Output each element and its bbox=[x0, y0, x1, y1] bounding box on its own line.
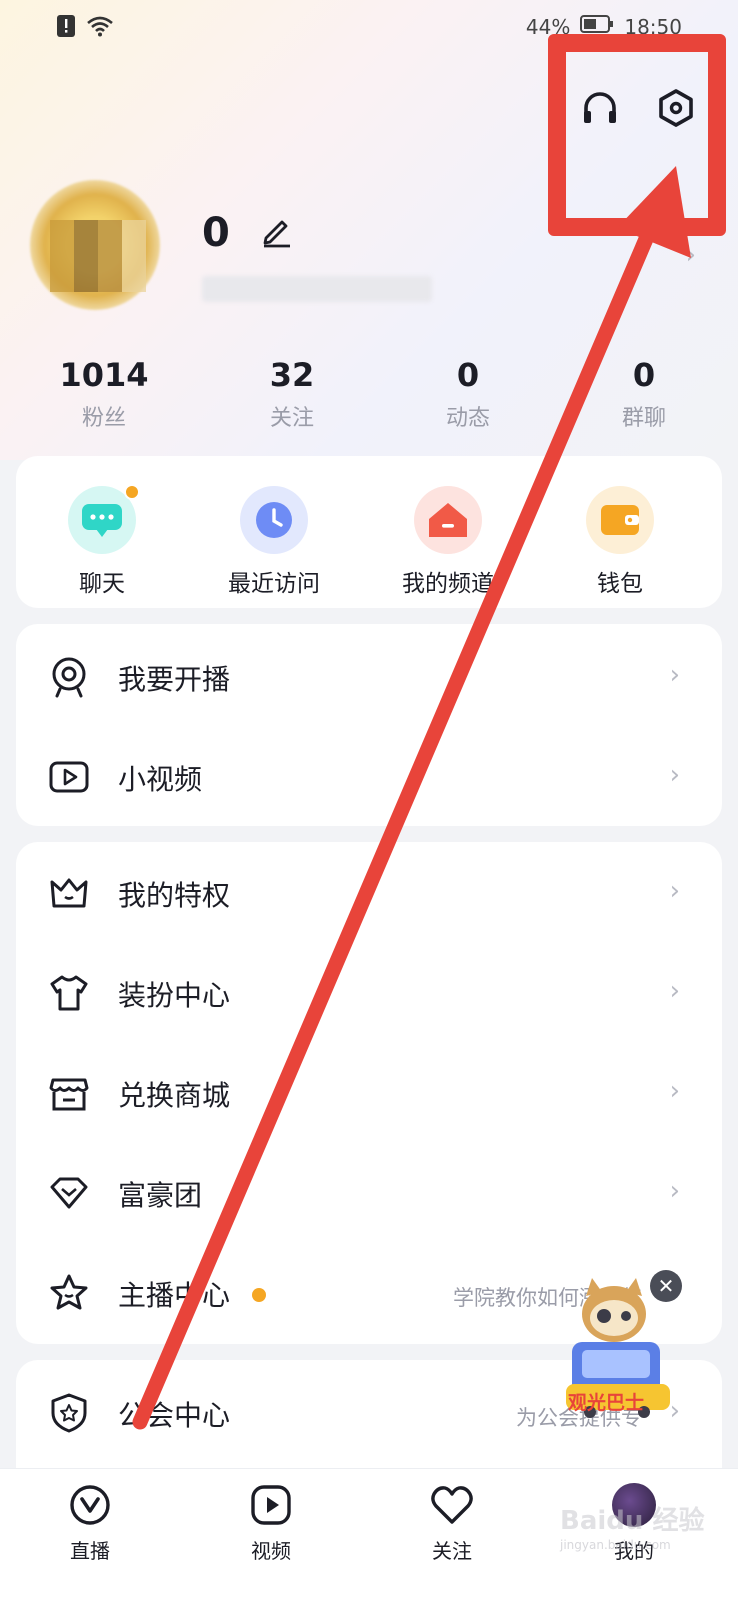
username: 0 bbox=[202, 210, 230, 256]
menu-item-label: 装扮中心 bbox=[118, 979, 231, 1012]
chevron-right-icon: › bbox=[669, 1176, 680, 1206]
tab-label: 我的 bbox=[614, 1539, 654, 1563]
stat-value: 0 bbox=[456, 356, 480, 394]
stat-label: 关注 bbox=[269, 406, 314, 431]
play-icon bbox=[249, 1483, 293, 1527]
quick-action-recent[interactable]: 最近访问 bbox=[194, 486, 354, 598]
menu-item-label: 兑换商城 bbox=[118, 1079, 231, 1112]
live-icon bbox=[68, 1483, 112, 1527]
tab-label: 关注 bbox=[432, 1539, 472, 1563]
tab-follow[interactable]: 关注 bbox=[392, 1483, 512, 1564]
headset-icon[interactable] bbox=[576, 84, 624, 132]
menu-item-exchange-store[interactable]: 兑换商城 › bbox=[16, 1042, 722, 1142]
menu-item-dress-up[interactable]: 装扮中心 › bbox=[16, 942, 722, 1042]
notification-dot bbox=[252, 1288, 266, 1302]
menu-item-label: 我的特权 bbox=[118, 879, 231, 912]
alert-icon bbox=[56, 14, 76, 42]
quick-action-channel[interactable]: 我的频道 bbox=[368, 486, 528, 598]
notification-dot bbox=[124, 484, 140, 500]
camera-icon bbox=[48, 656, 90, 698]
stat-posts[interactable]: 0 动态 bbox=[398, 356, 538, 432]
menu-item-label: 主播中心 bbox=[118, 1279, 231, 1312]
stat-label: 群聊 bbox=[621, 406, 666, 431]
quick-action-label: 我的频道 bbox=[402, 571, 494, 597]
stat-groups[interactable]: 0 群聊 bbox=[574, 356, 714, 432]
menu-item-rich-club[interactable]: 富豪团 › bbox=[16, 1142, 722, 1242]
video-icon bbox=[48, 756, 90, 798]
menu-item-short-video[interactable]: 小视频 › bbox=[16, 726, 722, 826]
chat-icon bbox=[68, 484, 140, 554]
close-icon[interactable]: ✕ bbox=[650, 1270, 682, 1302]
menu-item-privileges[interactable]: 我的特权 › bbox=[16, 842, 722, 942]
stat-fans[interactable]: 1014 粉丝 bbox=[34, 356, 174, 432]
chevron-right-icon: › bbox=[669, 1076, 680, 1106]
diamond-icon bbox=[48, 1172, 90, 1214]
profile-header[interactable]: 0 › bbox=[30, 180, 710, 320]
chevron-right-icon: › bbox=[669, 876, 680, 906]
quick-action-label: 钱包 bbox=[597, 571, 643, 597]
stat-value: 0 bbox=[632, 356, 656, 394]
chevron-right-icon: › bbox=[669, 660, 680, 690]
menu-item-label: 富豪团 bbox=[118, 1179, 203, 1212]
menu-item-start-live[interactable]: 我要开播 › bbox=[16, 626, 722, 726]
quick-action-wallet[interactable]: 钱包 bbox=[540, 486, 700, 598]
menu-card-features: 我的特权 › 装扮中心 › 兑换商城 › 富豪团 › 主播中心 学院教你如何涨人… bbox=[16, 842, 722, 1344]
header-actions bbox=[560, 70, 720, 150]
settings-icon[interactable] bbox=[652, 84, 700, 132]
tab-me[interactable]: 我的 bbox=[574, 1483, 694, 1564]
edit-icon[interactable] bbox=[260, 214, 294, 248]
battery-icon bbox=[580, 14, 614, 39]
menu-item-label: 我要开播 bbox=[118, 663, 231, 696]
stat-label: 粉丝 bbox=[81, 406, 126, 431]
stat-value: 32 bbox=[269, 356, 315, 394]
status-bar: 44% 18:50 bbox=[0, 0, 738, 56]
menu-item-label: 公会中心 bbox=[118, 1399, 231, 1432]
heart-icon bbox=[430, 1483, 474, 1527]
tab-label: 直播 bbox=[70, 1539, 110, 1563]
avatar-image bbox=[50, 220, 146, 292]
menu-card-broadcast: 我要开播 › 小视频 › bbox=[16, 624, 722, 826]
quick-action-label: 聊天 bbox=[79, 571, 125, 597]
guild-icon bbox=[48, 1392, 90, 1434]
stats-row: 1014 粉丝 32 关注 0 动态 0 群聊 bbox=[0, 356, 738, 446]
avatar-icon bbox=[612, 1483, 656, 1527]
chevron-right-icon: › bbox=[685, 240, 696, 270]
tab-label: 视频 bbox=[251, 1539, 291, 1563]
mascot-label: 观光巴士 bbox=[568, 1392, 645, 1414]
tab-live[interactable]: 直播 bbox=[30, 1483, 150, 1564]
stat-value: 1014 bbox=[59, 356, 149, 394]
crown-icon bbox=[48, 872, 90, 914]
user-id-redacted bbox=[202, 276, 432, 302]
clock-time: 18:50 bbox=[624, 14, 682, 39]
quick-action-chat[interactable]: 聊天 bbox=[22, 484, 182, 598]
menu-item-label: 小视频 bbox=[118, 763, 203, 796]
store-icon bbox=[48, 1072, 90, 1114]
star-icon bbox=[48, 1272, 90, 1314]
tshirt-icon bbox=[48, 972, 90, 1014]
battery-percent: 44% bbox=[525, 14, 571, 39]
wifi-icon bbox=[86, 15, 114, 41]
wallet-icon bbox=[586, 486, 654, 554]
quick-action-label: 最近访问 bbox=[228, 571, 320, 597]
stat-following[interactable]: 32 关注 bbox=[222, 356, 362, 432]
bottom-tab-bar: 直播 视频 关注 我的 bbox=[0, 1468, 738, 1600]
quick-actions-card: 聊天 最近访问 我的频道 钱包 bbox=[16, 456, 722, 608]
channel-icon bbox=[414, 486, 482, 554]
chevron-right-icon: › bbox=[669, 760, 680, 790]
clock-icon bbox=[240, 486, 308, 554]
chevron-right-icon: › bbox=[669, 976, 680, 1006]
tab-video[interactable]: 视频 bbox=[211, 1483, 331, 1564]
stat-label: 动态 bbox=[445, 406, 490, 431]
